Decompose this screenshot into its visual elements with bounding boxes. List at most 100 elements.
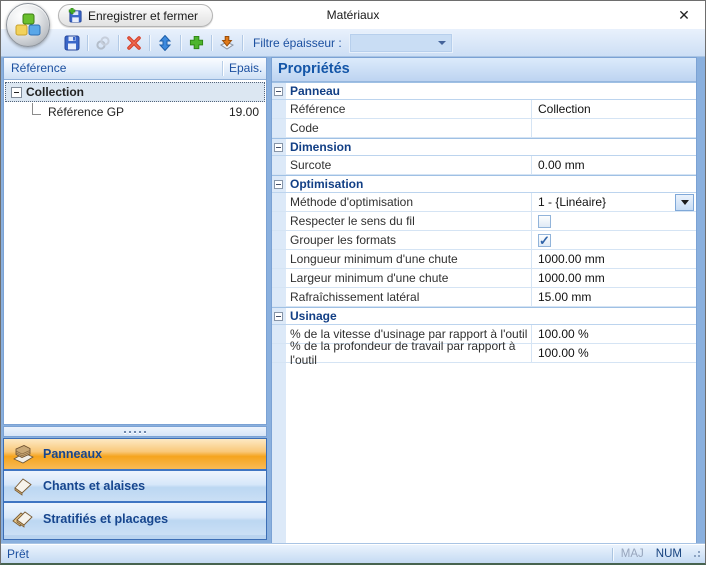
property-value-field[interactable]: 1 - {Linéaire} xyxy=(532,193,696,211)
tree-row-thickness: 19.00 xyxy=(229,105,266,119)
property-row-methode-optimisation: Méthode d'optimisation 1 - {Linéaire} xyxy=(272,193,696,212)
collapse-icon[interactable] xyxy=(274,312,283,321)
section-row-optimisation[interactable]: Optimisation xyxy=(272,175,696,193)
category-nav: Panneaux Chants et alaises Stratifi xyxy=(3,438,267,540)
move-updown-icon xyxy=(158,35,172,51)
delete-button[interactable] xyxy=(123,32,145,54)
save-and-close-button[interactable]: Enregistrer et fermer xyxy=(58,4,213,27)
nav-splitter-handle[interactable] xyxy=(3,426,267,437)
property-value-field[interactable]: 1000.00 mm xyxy=(532,250,696,268)
grouper-formats-checkbox[interactable] xyxy=(538,234,551,247)
add-icon xyxy=(189,35,204,50)
caps-lock-indicator: MAJ xyxy=(621,548,644,560)
property-value-field[interactable]: 1000.00 mm xyxy=(532,269,696,287)
collapse-icon[interactable] xyxy=(274,87,283,96)
num-lock-indicator: NUM xyxy=(656,548,682,560)
property-value-field[interactable] xyxy=(532,119,696,137)
link-icon xyxy=(95,35,111,51)
method-dropdown-button[interactable] xyxy=(675,194,694,211)
property-row-longueur-minimum-chute: Longueur minimum d'une chute 1000.00 mm xyxy=(272,250,696,269)
property-value-field[interactable]: 0.00 mm xyxy=(532,156,696,174)
close-icon[interactable]: ✕ xyxy=(674,5,694,25)
export-button[interactable] xyxy=(216,32,238,54)
tree-row-reference-gp[interactable]: Référence GP 19.00 xyxy=(4,102,266,122)
property-row-reference: Référence Collection xyxy=(272,100,696,119)
property-label: Grouper les formats xyxy=(272,231,532,249)
tree-row-label: Collection xyxy=(26,85,84,99)
properties-panel: Propriétés Panneau Référence Collection … xyxy=(271,57,697,544)
thickness-column-header[interactable]: Epais. xyxy=(223,58,266,79)
toolbar-separator xyxy=(87,35,88,51)
add-button[interactable] xyxy=(185,32,207,54)
tree-column-headers: Référence Epais. xyxy=(4,58,266,80)
property-label: Méthode d'optimisation xyxy=(272,193,532,211)
nav-button-panneaux[interactable]: Panneaux xyxy=(4,439,266,471)
reference-column-header[interactable]: Référence xyxy=(4,58,222,79)
panels-icon xyxy=(11,443,35,465)
property-row-profondeur-travail: % de la profondeur de travail par rappor… xyxy=(272,344,696,363)
laminate-icon xyxy=(11,508,35,530)
nav-button-stratifies-et-placages[interactable]: Stratifiés et placages xyxy=(4,503,266,535)
delete-icon xyxy=(126,35,142,51)
thickness-filter-label: Filtre épaisseur : xyxy=(253,36,342,50)
section-label: Panneau xyxy=(290,84,340,98)
section-label: Usinage xyxy=(290,309,337,323)
section-row-panneau[interactable]: Panneau xyxy=(272,82,696,100)
property-value-field[interactable]: 100.00 % xyxy=(532,344,696,362)
property-row-code: Code xyxy=(272,119,696,138)
property-value-field[interactable]: 15.00 mm xyxy=(532,288,696,306)
property-label: Respecter le sens du fil xyxy=(272,212,532,230)
respecter-sens-fil-checkbox[interactable] xyxy=(538,215,551,228)
tree-body: Collection Référence GP 19.00 xyxy=(4,80,266,424)
app-menu-button[interactable] xyxy=(6,3,50,47)
section-label: Dimension xyxy=(290,140,351,154)
property-label: Code xyxy=(272,119,532,137)
resize-grip[interactable] xyxy=(690,551,701,558)
nav-button-label: Stratifiés et placages xyxy=(43,512,168,526)
thickness-filter-select[interactable] xyxy=(349,33,453,53)
toolbar: Filtre épaisseur : xyxy=(1,29,705,57)
nav-button-chants-et-alaises[interactable]: Chants et alaises xyxy=(4,471,266,503)
save-close-icon xyxy=(68,8,83,23)
collapse-icon[interactable] xyxy=(274,143,283,152)
property-row-largeur-minimum-chute: Largeur minimum d'une chute 1000.00 mm xyxy=(272,269,696,288)
property-label: Référence xyxy=(272,100,532,118)
move-updown-button[interactable] xyxy=(154,32,176,54)
property-label: Surcote xyxy=(272,156,532,174)
chevron-down-icon xyxy=(438,41,446,45)
property-row-grouper-formats: Grouper les formats xyxy=(272,231,696,250)
nav-button-label: Panneaux xyxy=(43,447,102,461)
properties-grid: Panneau Référence Collection Code Dimens… xyxy=(272,82,696,543)
chevron-down-icon xyxy=(681,200,689,205)
section-row-usinage[interactable]: Usinage xyxy=(272,307,696,325)
toolbar-separator xyxy=(242,35,243,51)
collapse-icon[interactable] xyxy=(274,180,283,189)
tree-row-label: Référence GP xyxy=(48,105,124,119)
link-button[interactable] xyxy=(92,32,114,54)
materials-tree-panel: Référence Epais. Collection Référence GP… xyxy=(3,57,267,425)
toolbar-separator xyxy=(180,35,181,51)
property-value-field[interactable]: 100.00 % xyxy=(532,325,696,343)
main-area: Référence Epais. Collection Référence GP… xyxy=(3,57,699,544)
app-cubes-icon xyxy=(15,13,42,38)
section-row-dimension[interactable]: Dimension xyxy=(272,138,696,156)
status-bar: Prêt MAJ NUM xyxy=(1,544,705,563)
properties-title: Propriétés xyxy=(272,58,696,82)
property-row-respecter-sens-fil: Respecter le sens du fil xyxy=(272,212,696,231)
save-button[interactable] xyxy=(61,32,83,54)
property-value-field[interactable]: Collection xyxy=(532,100,696,118)
property-label: Largeur minimum d'une chute xyxy=(272,269,532,287)
edgeband-icon xyxy=(11,475,35,497)
property-label: Longueur minimum d'une chute xyxy=(272,250,532,268)
property-label: % de la profondeur de travail par rappor… xyxy=(272,344,532,362)
section-label: Optimisation xyxy=(290,177,363,191)
save-and-close-label: Enregistrer et fermer xyxy=(88,9,198,23)
toolbar-separator xyxy=(149,35,150,51)
property-row-rafraichissement-lateral: Rafraîchissement latéral 15.00 mm xyxy=(272,288,696,307)
toolbar-separator xyxy=(211,35,212,51)
collapse-icon[interactable] xyxy=(11,87,22,98)
splitter-grip-icon xyxy=(124,431,146,433)
tree-row-collection[interactable]: Collection xyxy=(5,82,265,102)
export-icon xyxy=(219,35,235,51)
tree-branch-line xyxy=(32,103,41,115)
